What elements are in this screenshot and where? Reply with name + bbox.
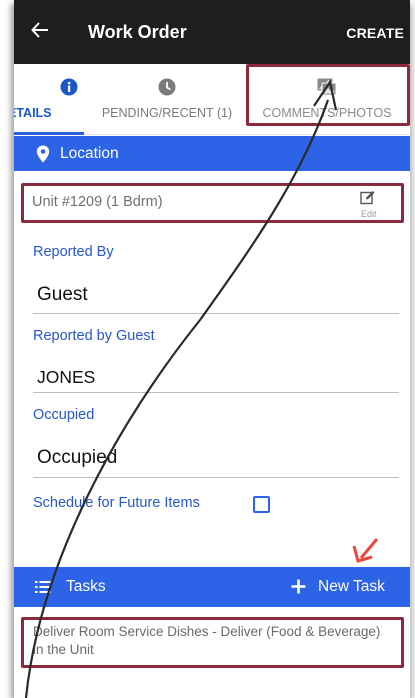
page-title: Work Order bbox=[88, 22, 187, 42]
tab-details[interactable]: ETAILS bbox=[14, 64, 84, 135]
plus-icon[interactable] bbox=[291, 579, 306, 594]
app-bar: Work Order CREATE bbox=[14, 0, 410, 64]
tab-pending-label: PENDING/RECENT (1) bbox=[101, 106, 233, 120]
schedule-future-checkbox[interactable] bbox=[253, 496, 270, 513]
tab-details-label: ETAILS bbox=[14, 106, 52, 120]
occupied-label: Occupied bbox=[33, 407, 95, 423]
reported-by-value[interactable]: Guest bbox=[37, 284, 88, 306]
task-item[interactable]: Deliver Room Service Dishes - Deliver (F… bbox=[33, 623, 393, 659]
info-icon bbox=[60, 78, 78, 96]
tasks-header-label: Tasks bbox=[66, 578, 106, 595]
create-button[interactable]: CREATE bbox=[346, 25, 404, 41]
tab-pending-recent[interactable]: PENDING/RECENT (1) bbox=[86, 64, 248, 135]
reported-by-label: Reported By bbox=[33, 244, 114, 260]
list-icon bbox=[35, 581, 51, 593]
location-pin-icon bbox=[36, 145, 50, 163]
edit-icon[interactable] bbox=[360, 190, 375, 205]
occupied-underline bbox=[33, 477, 399, 478]
reported-by-guest-field[interactable]: JONES bbox=[37, 367, 95, 388]
edit-label[interactable]: Edit bbox=[361, 209, 377, 219]
reported-by-underline bbox=[33, 313, 399, 314]
active-tab-indicator bbox=[14, 132, 84, 135]
clock-icon bbox=[158, 78, 176, 96]
tasks-header: Tasks New Task bbox=[14, 567, 410, 607]
occupied-value[interactable]: Occupied bbox=[37, 447, 117, 469]
new-task-button[interactable]: New Task bbox=[318, 578, 385, 596]
reported-by-guest-underline bbox=[33, 392, 399, 393]
comments-tab-highlight bbox=[246, 64, 410, 126]
work-order-screen: Work Order CREATE ETAILS PENDING/RECENT … bbox=[14, 0, 410, 698]
reported-by-guest-label: Reported by Guest bbox=[33, 328, 155, 344]
back-arrow-icon[interactable] bbox=[31, 21, 49, 39]
unit-value: Unit #1209 (1 Bdrm) bbox=[32, 194, 163, 210]
schedule-future-label: Schedule for Future Items bbox=[33, 495, 200, 511]
location-header: Location bbox=[14, 136, 410, 171]
location-header-label: Location bbox=[60, 145, 119, 162]
